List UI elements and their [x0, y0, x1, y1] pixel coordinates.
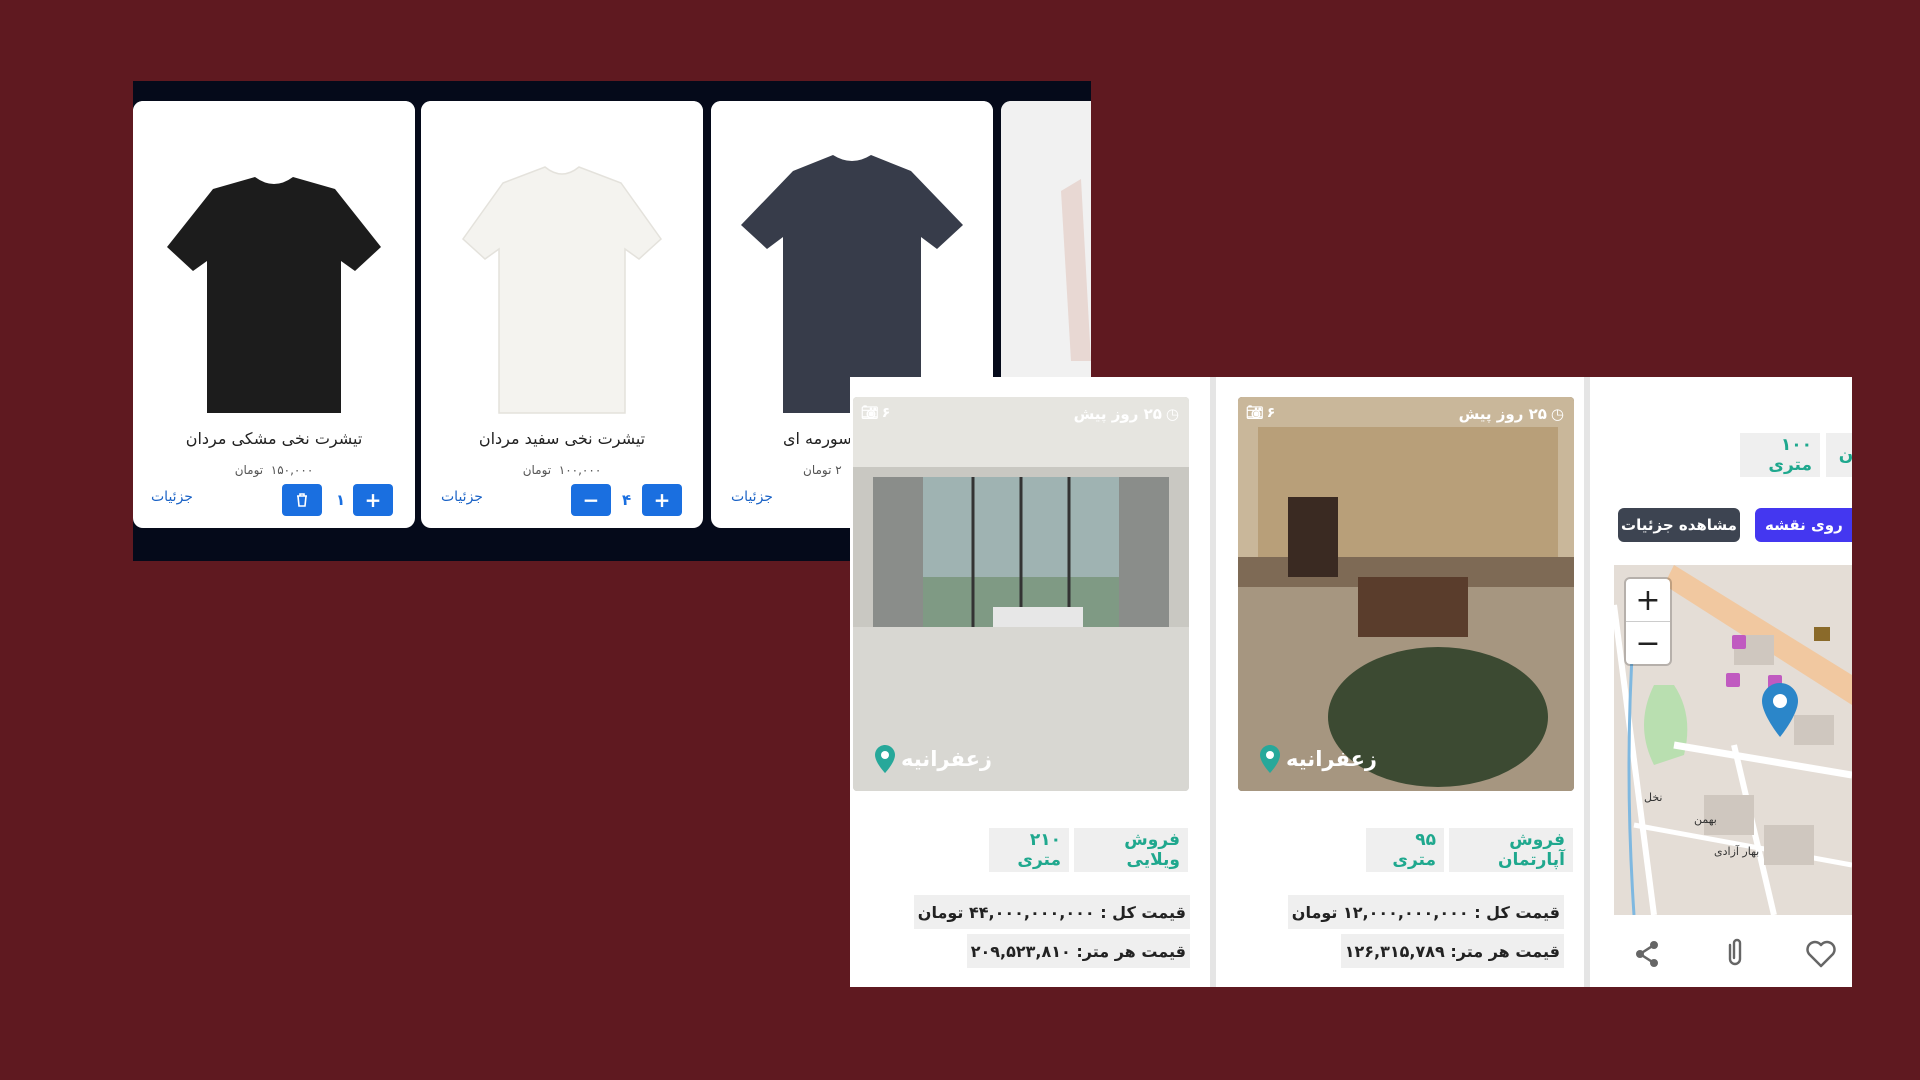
- listing-location: زعفرانیه: [1260, 745, 1377, 773]
- minus-icon: −: [582, 488, 600, 512]
- share-icon[interactable]: [1630, 937, 1664, 971]
- map-marker-icon: [1762, 683, 1798, 737]
- clock-icon: ◷: [1550, 405, 1564, 423]
- location-map[interactable]: بهمن بهار آزادی نخل + −: [1614, 565, 1852, 915]
- view-details-button[interactable]: مشاهده جزئیات: [1618, 508, 1740, 542]
- product-price: ۱۰۰,۰۰۰ تومان: [522, 463, 602, 477]
- details-link[interactable]: جزئیات: [441, 489, 483, 505]
- price-per-meter: قیمت هر متر: ۱۲۶,۳۱۵,۷۸۹: [1340, 934, 1564, 968]
- product-image: [1001, 101, 1091, 421]
- price-per-meter: قیمت هر متر: ۲۰۹,۵۲۳,۸۱۰: [966, 934, 1190, 968]
- map-label: نخل: [1644, 791, 1663, 804]
- total-price: قیمت کل : ۴۴,۰۰۰,۰۰۰,۰۰۰ تومان: [913, 895, 1190, 929]
- property-type-chip: فروش ویلایی: [1074, 828, 1188, 872]
- clock-icon: ◷: [1165, 405, 1179, 423]
- product-card[interactable]: تیشرت نخی سفید مردان ۱۰۰,۰۰۰ تومان جزئیا…: [421, 101, 703, 528]
- area-chip: ۹۵ متری: [1366, 828, 1444, 872]
- product-price: ۱۵۰,۰۰۰ تومان: [234, 463, 314, 477]
- photo-count: 📷︎ ۶: [1246, 405, 1276, 421]
- plus-icon: +: [653, 488, 671, 512]
- camera-icon: 📷︎: [861, 405, 879, 421]
- listing-detail: ۱۰۰ متری ن مشاهده جزئیات روی نقشه بهمن ب…: [1590, 377, 1852, 987]
- map-label: بهار آزادی: [1714, 844, 1759, 858]
- quantity-value: ۱: [336, 491, 346, 509]
- product-image: [711, 101, 993, 421]
- show-on-map-button[interactable]: روی نقشه: [1755, 508, 1852, 542]
- listing-location: زعفرانیه: [875, 745, 992, 773]
- location-pin-icon: [1260, 745, 1280, 773]
- zoom-in-button[interactable]: +: [1626, 579, 1670, 621]
- product-name: تیشرت نخی سفید مردان: [478, 429, 646, 448]
- listing-photo[interactable]: ◷ ۲۵ روز پیش 📷︎ ۶ زعفرانیه: [853, 397, 1189, 791]
- listing-age: ◷ ۲۵ روز پیش: [1458, 405, 1564, 423]
- zoom-control: + −: [1626, 579, 1670, 664]
- map-label: بهمن: [1694, 813, 1717, 826]
- decrease-button[interactable]: −: [571, 484, 611, 516]
- area-chip: ۲۱۰ متری: [989, 828, 1069, 872]
- zoom-out-button[interactable]: −: [1626, 621, 1670, 664]
- details-link[interactable]: جزئیات: [151, 489, 193, 505]
- listings-panel: ◷ ۲۵ روز پیش 📷︎ ۶ زعفرانیه فروش ویلایی ۲۱۰…: [850, 377, 1852, 987]
- listing-card[interactable]: ◷ ۲۵ روز پیش 📷︎ ۶ زعفرانیه فروش ویلایی ۲۱۰…: [850, 377, 1210, 987]
- details-link[interactable]: جزئیات: [731, 489, 773, 505]
- camera-icon: 📷︎: [1246, 405, 1264, 421]
- delete-button[interactable]: [282, 484, 322, 516]
- product-name: تیشرت نخی مشکی مردان: [185, 429, 363, 448]
- location-pin-icon: [875, 745, 895, 773]
- listing-card[interactable]: ◷ ۲۵ روز پیش 📷︎ ۶ زعفرانیه فروش آپارتمان ۹…: [1216, 377, 1584, 987]
- product-image: [133, 101, 415, 421]
- heart-icon[interactable]: [1804, 937, 1838, 971]
- trash-icon: [297, 493, 307, 507]
- plus-icon: +: [364, 488, 382, 512]
- attachment-icon[interactable]: [1718, 935, 1752, 969]
- property-type-chip: فروش آپارتمان: [1449, 828, 1573, 872]
- product-card[interactable]: تیشرت نخی مشکی مردان ۱۵۰,۰۰۰ تومان جزئیا…: [133, 101, 415, 528]
- total-price: قیمت کل : ۱۲,۰۰۰,۰۰۰,۰۰۰ تومان: [1287, 895, 1564, 929]
- area-chip: ۱۰۰ متری: [1740, 433, 1820, 477]
- increase-button[interactable]: +: [642, 484, 682, 516]
- product-image: [421, 101, 703, 421]
- listing-photo[interactable]: ◷ ۲۵ روز پیش 📷︎ ۶ زعفرانیه: [1238, 397, 1574, 791]
- quantity-value: ۴: [622, 491, 632, 509]
- type-chip-partial: ن: [1826, 433, 1852, 477]
- listing-age: ◷ ۲۵ روز پیش: [1073, 405, 1179, 423]
- photo-count: 📷︎ ۶: [861, 405, 891, 421]
- increase-button[interactable]: +: [353, 484, 393, 516]
